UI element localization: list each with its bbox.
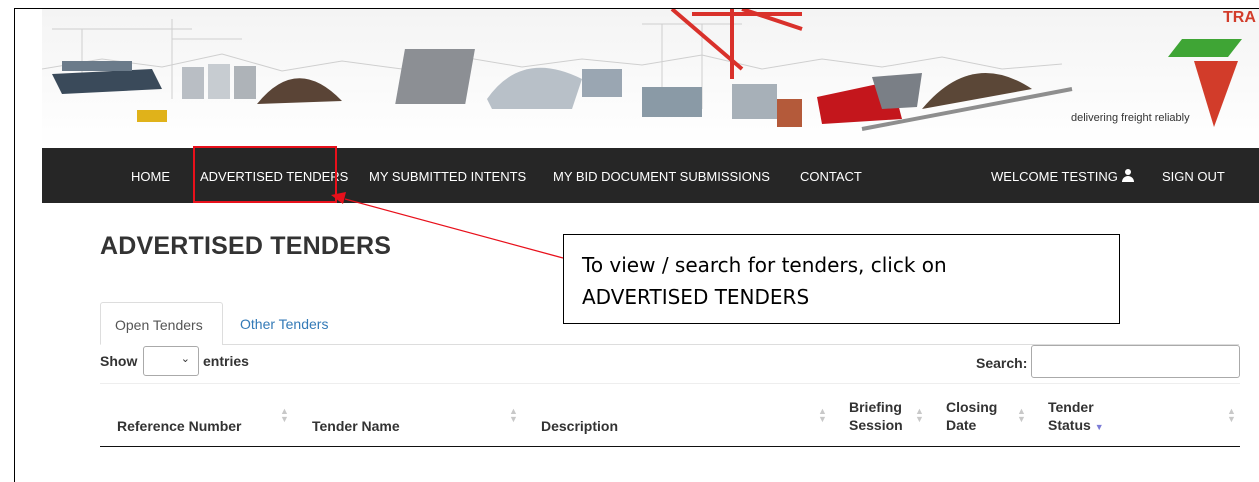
logo-text: TRA (1223, 9, 1256, 26)
search-input[interactable] (1031, 345, 1240, 378)
nav-welcome-user[interactable]: WELCOME TESTING (991, 148, 1134, 203)
show-label: Show (100, 353, 138, 369)
column-header-closing-date[interactable]: Closing Date (946, 398, 997, 434)
column-label: Reference Number (117, 418, 242, 434)
tab-other-tenders[interactable]: Other Tenders (226, 302, 342, 345)
tagline: delivering freight reliably (1071, 112, 1190, 124)
column-header-description[interactable]: Description (541, 417, 618, 435)
annotation-line-1: To view / search for tenders, click on (582, 253, 947, 277)
column-label: Session (849, 417, 903, 433)
column-header-tender-name[interactable]: Tender Name (312, 417, 400, 435)
nav-sign-out[interactable]: SIGN OUT (1162, 148, 1225, 203)
sort-desc-icon[interactable]: ▼ (1095, 422, 1104, 432)
column-header-briefing-session[interactable]: Briefing Session (849, 398, 903, 434)
banner-illustration (42, 9, 1259, 148)
column-label: Closing (946, 399, 998, 415)
highlight-box (193, 146, 337, 203)
sort-icon[interactable]: ▲ ▼ (818, 407, 827, 424)
document-frame-left (14, 8, 15, 482)
nav-my-submitted-intents[interactable]: MY SUBMITTED INTENTS (369, 148, 526, 203)
page-title: ADVERTISED TENDERS (100, 232, 392, 260)
sort-icon[interactable]: ▲ ▼ (915, 407, 924, 424)
user-icon (1121, 169, 1134, 182)
search-label: Search: (976, 355, 1028, 371)
column-header-reference-number[interactable]: Reference Number (117, 417, 242, 435)
tenders-table-header: Reference Number ▲ ▼ Tender Name ▲ ▼ Descr… (100, 383, 1240, 447)
column-label: Tender Name (312, 418, 400, 434)
sort-icon[interactable]: ▲ ▼ (280, 407, 289, 424)
annotation-line-2: ADVERTISED TENDERS (582, 285, 810, 309)
welcome-label: WELCOME TESTING (991, 169, 1118, 184)
sort-icon[interactable]: ▲ ▼ (1017, 407, 1026, 424)
column-label: Briefing (849, 399, 902, 415)
column-header-tender-status[interactable]: Tender Status ▼ (1048, 398, 1104, 436)
annotation-callout: To view / search for tenders, click on A… (563, 234, 1120, 324)
nav-contact[interactable]: CONTACT (800, 148, 862, 203)
tab-open-tenders[interactable]: Open Tenders (100, 302, 223, 345)
entries-select[interactable]: ⌄ (143, 346, 199, 376)
nav-my-bid-document-submissions[interactable]: MY BID DOCUMENT SUBMISSIONS (553, 148, 770, 203)
header-banner: TRA delivering freight reliably (42, 9, 1259, 148)
sort-icon[interactable]: ▲ ▼ (509, 407, 518, 424)
column-label: Tender (1048, 399, 1094, 415)
column-label: Date (946, 417, 977, 433)
sort-icon[interactable]: ▲ ▼ (1227, 407, 1236, 424)
column-label: Status (1048, 417, 1091, 433)
entries-label: entries (203, 353, 249, 369)
chevron-down-icon: ⌄ (180, 353, 190, 365)
column-label: Description (541, 418, 619, 434)
nav-home[interactable]: HOME (131, 148, 170, 203)
